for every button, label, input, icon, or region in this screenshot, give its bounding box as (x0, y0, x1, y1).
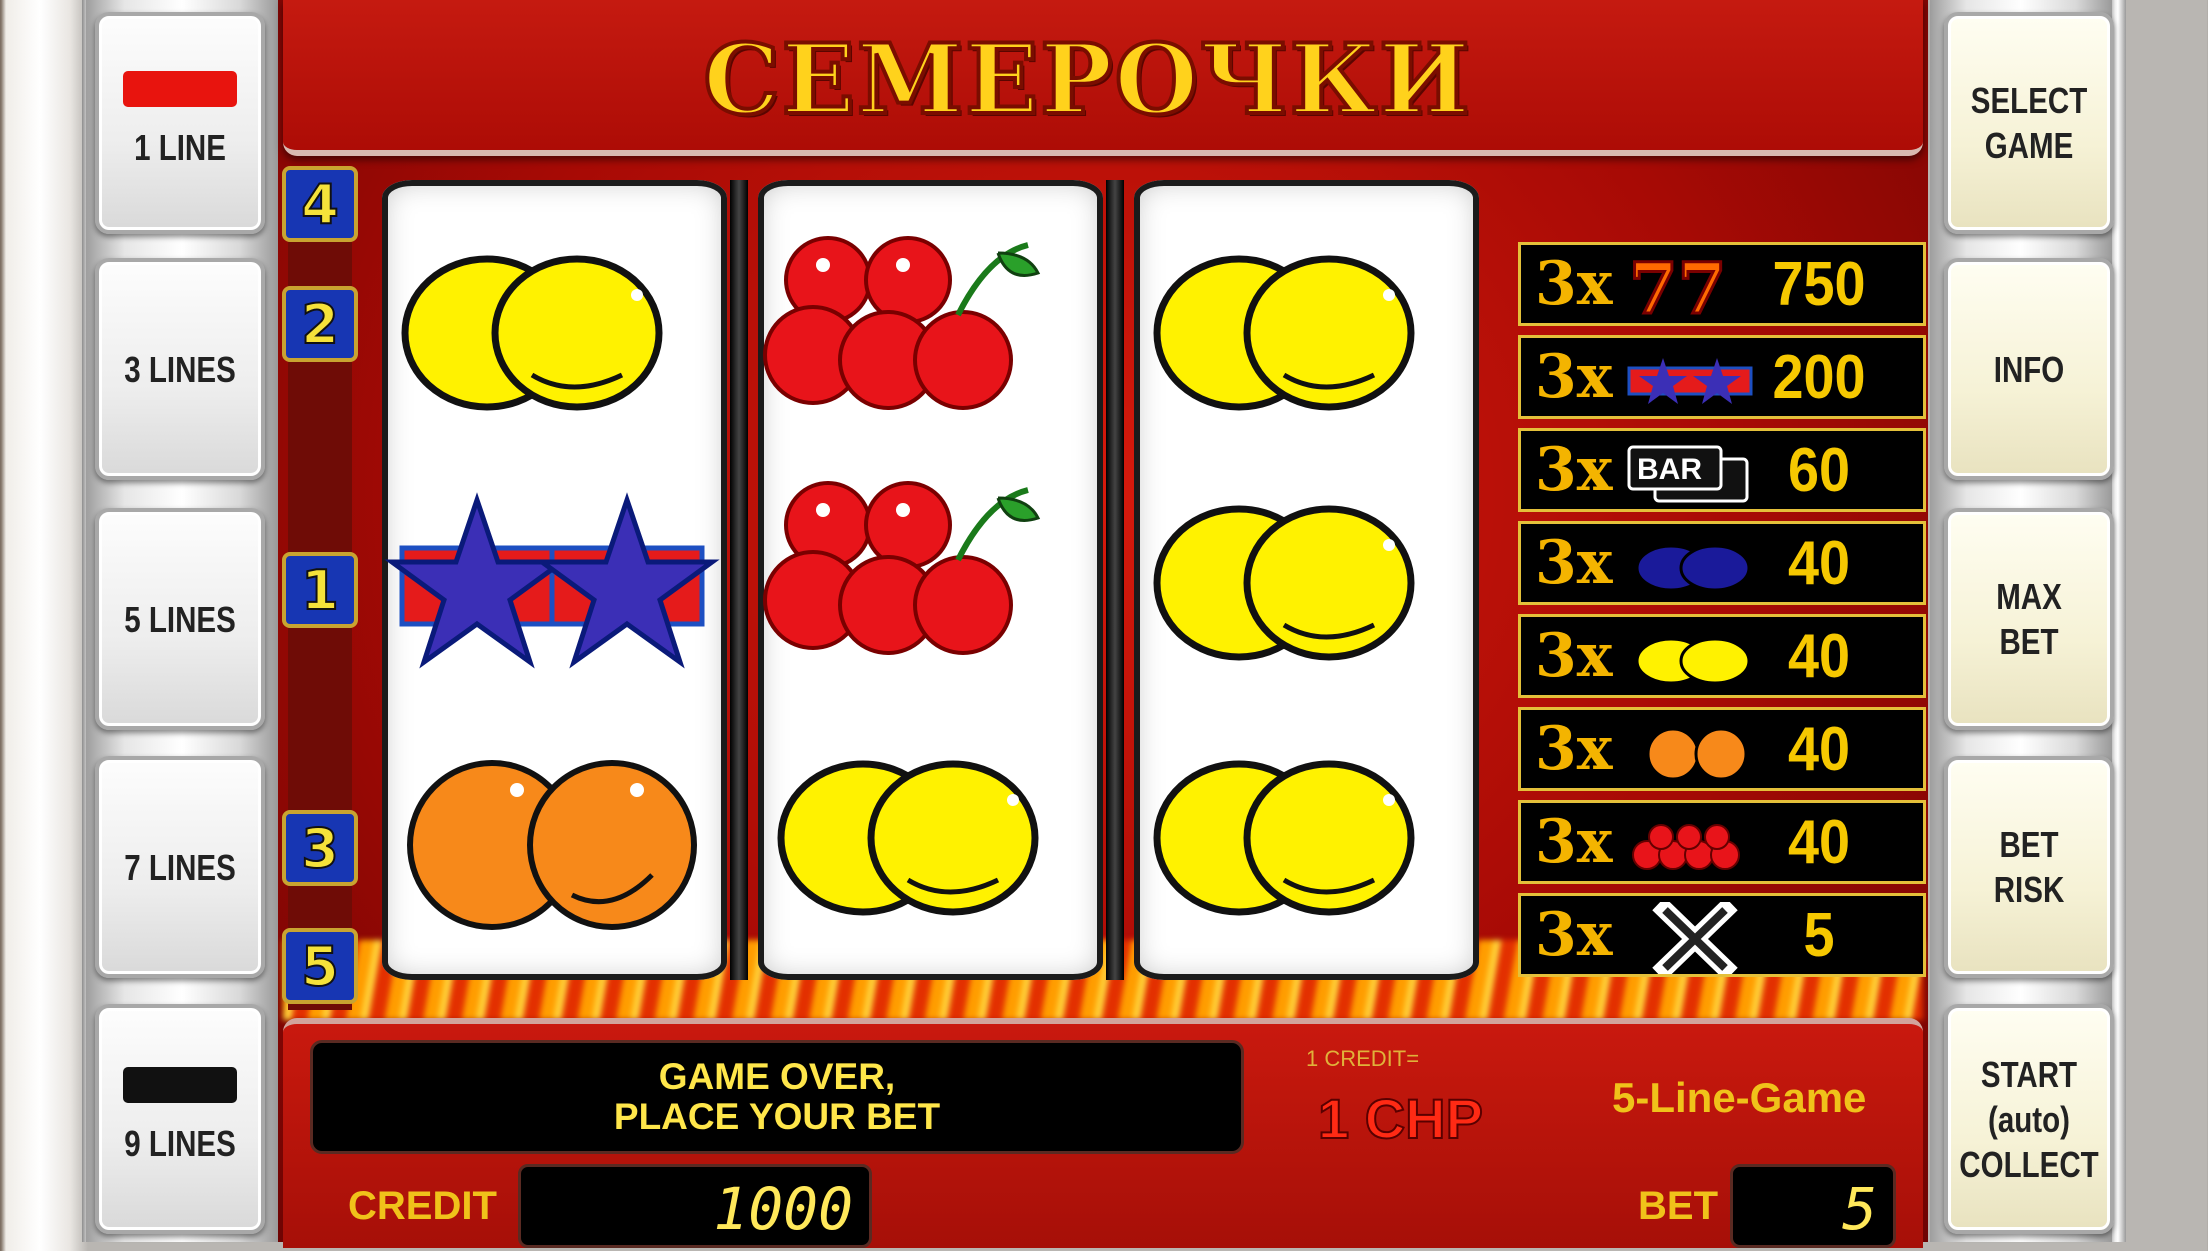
multiplier: 3x (1535, 528, 1613, 598)
multiplier: 3x (1535, 714, 1613, 784)
star-icon (1627, 358, 1753, 404)
svg-text:77: 77 (1629, 251, 1726, 323)
line-number-1[interactable]: 1 (282, 552, 358, 628)
bet-display: 5 (1730, 1164, 1896, 1248)
reel-separator (730, 180, 748, 980)
game-title: СЕМЕРОЧКИ (701, 23, 1472, 136)
payout: 40 (1787, 808, 1851, 877)
paytable-row: 3x 5 (1518, 893, 1926, 977)
button-label: 1 LINE (134, 126, 226, 168)
info-button[interactable]: INFO (1944, 258, 2114, 480)
9-lines-button[interactable]: 9 LINES (95, 1004, 265, 1234)
button-label: 3 LINES (124, 348, 236, 390)
cherry-cluster-icon (758, 235, 1103, 485)
bet-risk-button[interactable]: BET RISK (1944, 756, 2114, 978)
button-label: BET RISK (1993, 824, 2065, 910)
reel-2 (758, 180, 1103, 980)
lemon-pair-icon (758, 740, 1103, 990)
paytable-row: 3x 40 (1518, 800, 1926, 884)
plum-icon (1635, 544, 1751, 592)
credit-rate-value: 1 CHP (1317, 1086, 1484, 1151)
paytable-row: 3x 200 (1518, 335, 1926, 419)
payout: 40 (1787, 715, 1851, 784)
reel-separator (1106, 180, 1124, 980)
paytable-row: 3x 77 750 (1518, 242, 1926, 326)
payout: 40 (1787, 529, 1851, 598)
x-icon (1652, 902, 1738, 974)
multiplier: 3x (1535, 621, 1613, 691)
payout: 60 (1787, 436, 1851, 505)
3-lines-button[interactable]: 3 LINES (95, 258, 265, 480)
lemon-icon (1635, 637, 1751, 685)
button-label: SELECT GAME (1970, 80, 2088, 166)
cherry-icon (1632, 824, 1740, 870)
button-label: 5 LINES (124, 598, 236, 640)
button-label: INFO (1993, 348, 2065, 390)
bar-icon-text: BAR (1637, 453, 1702, 486)
credit-rate-label: 1 CREDIT= (1306, 1046, 1420, 1071)
credit-display: 1000 (518, 1164, 872, 1248)
multiplier: 3x (1535, 807, 1613, 877)
7-lines-button[interactable]: 7 LINES (95, 756, 265, 978)
paytable-row: 3x BAR 60 (1518, 428, 1926, 512)
start-collect-button[interactable]: START (auto) COLLECT (1944, 1004, 2114, 1234)
select-game-button[interactable]: SELECT GAME (1944, 12, 2114, 234)
line-number-5[interactable]: 5 (282, 928, 358, 1004)
button-label: 9 LINES (124, 1122, 236, 1164)
multiplier: 3x (1535, 342, 1613, 412)
button-label: START (auto) COLLECT (1959, 1053, 2099, 1185)
orange-pair-icon (382, 735, 727, 985)
game-mode-label: 5-Line-Game (1612, 1074, 1867, 1121)
bet-label: BET (1638, 1184, 1718, 1228)
payout: 5 (1803, 901, 1835, 970)
paytable-row: 3x 40 (1518, 614, 1926, 698)
reel-3 (1134, 180, 1479, 980)
message-line-2: PLACE YOUR BET (613, 1096, 941, 1137)
cherry-cluster-icon (758, 480, 1103, 730)
multiplier: 3x (1535, 249, 1613, 319)
multiplier: 3x (1535, 900, 1613, 970)
lemon-pair-icon (1134, 740, 1479, 990)
lemon-pair-icon (1134, 485, 1479, 735)
star-pair-icon (382, 490, 727, 740)
message-box: GAME OVER, PLACE YOUR BET (310, 1040, 1244, 1154)
message-line-1: GAME OVER, (658, 1056, 896, 1097)
max-bet-button[interactable]: MAX BET (1944, 508, 2114, 730)
paytable-row: 3x 40 (1518, 521, 1926, 605)
bar-icon: BAR (1627, 445, 1749, 503)
orange-icon (1646, 727, 1748, 781)
button-label: 7 LINES (124, 846, 236, 888)
payout: 40 (1787, 622, 1851, 691)
button-label: MAX BET (1996, 576, 2062, 662)
seven-icon: 77 (1628, 251, 1728, 323)
lemon-pair-icon (1134, 235, 1479, 485)
line-indicator-lamp (123, 1066, 237, 1103)
credit-label: CREDIT (348, 1184, 497, 1228)
line-indicator-lamp (123, 70, 237, 107)
paytable: 3x 77 750 3x 200 3x BAR 60 3x 40 3x 40 3… (1518, 242, 1926, 986)
multiplier: 3x (1535, 435, 1613, 505)
5-lines-button[interactable]: 5 LINES (95, 508, 265, 730)
line-number-3[interactable]: 3 (282, 810, 358, 886)
payout: 750 (1772, 250, 1866, 319)
lemon-pair-icon (382, 235, 727, 485)
reel-1 (382, 180, 727, 980)
line-number-4[interactable]: 4 (282, 166, 358, 242)
1-line-button[interactable]: 1 LINE (95, 12, 265, 234)
paytable-row: 3x 40 (1518, 707, 1926, 791)
payout: 200 (1772, 343, 1866, 412)
line-number-2[interactable]: 2 (282, 286, 358, 362)
